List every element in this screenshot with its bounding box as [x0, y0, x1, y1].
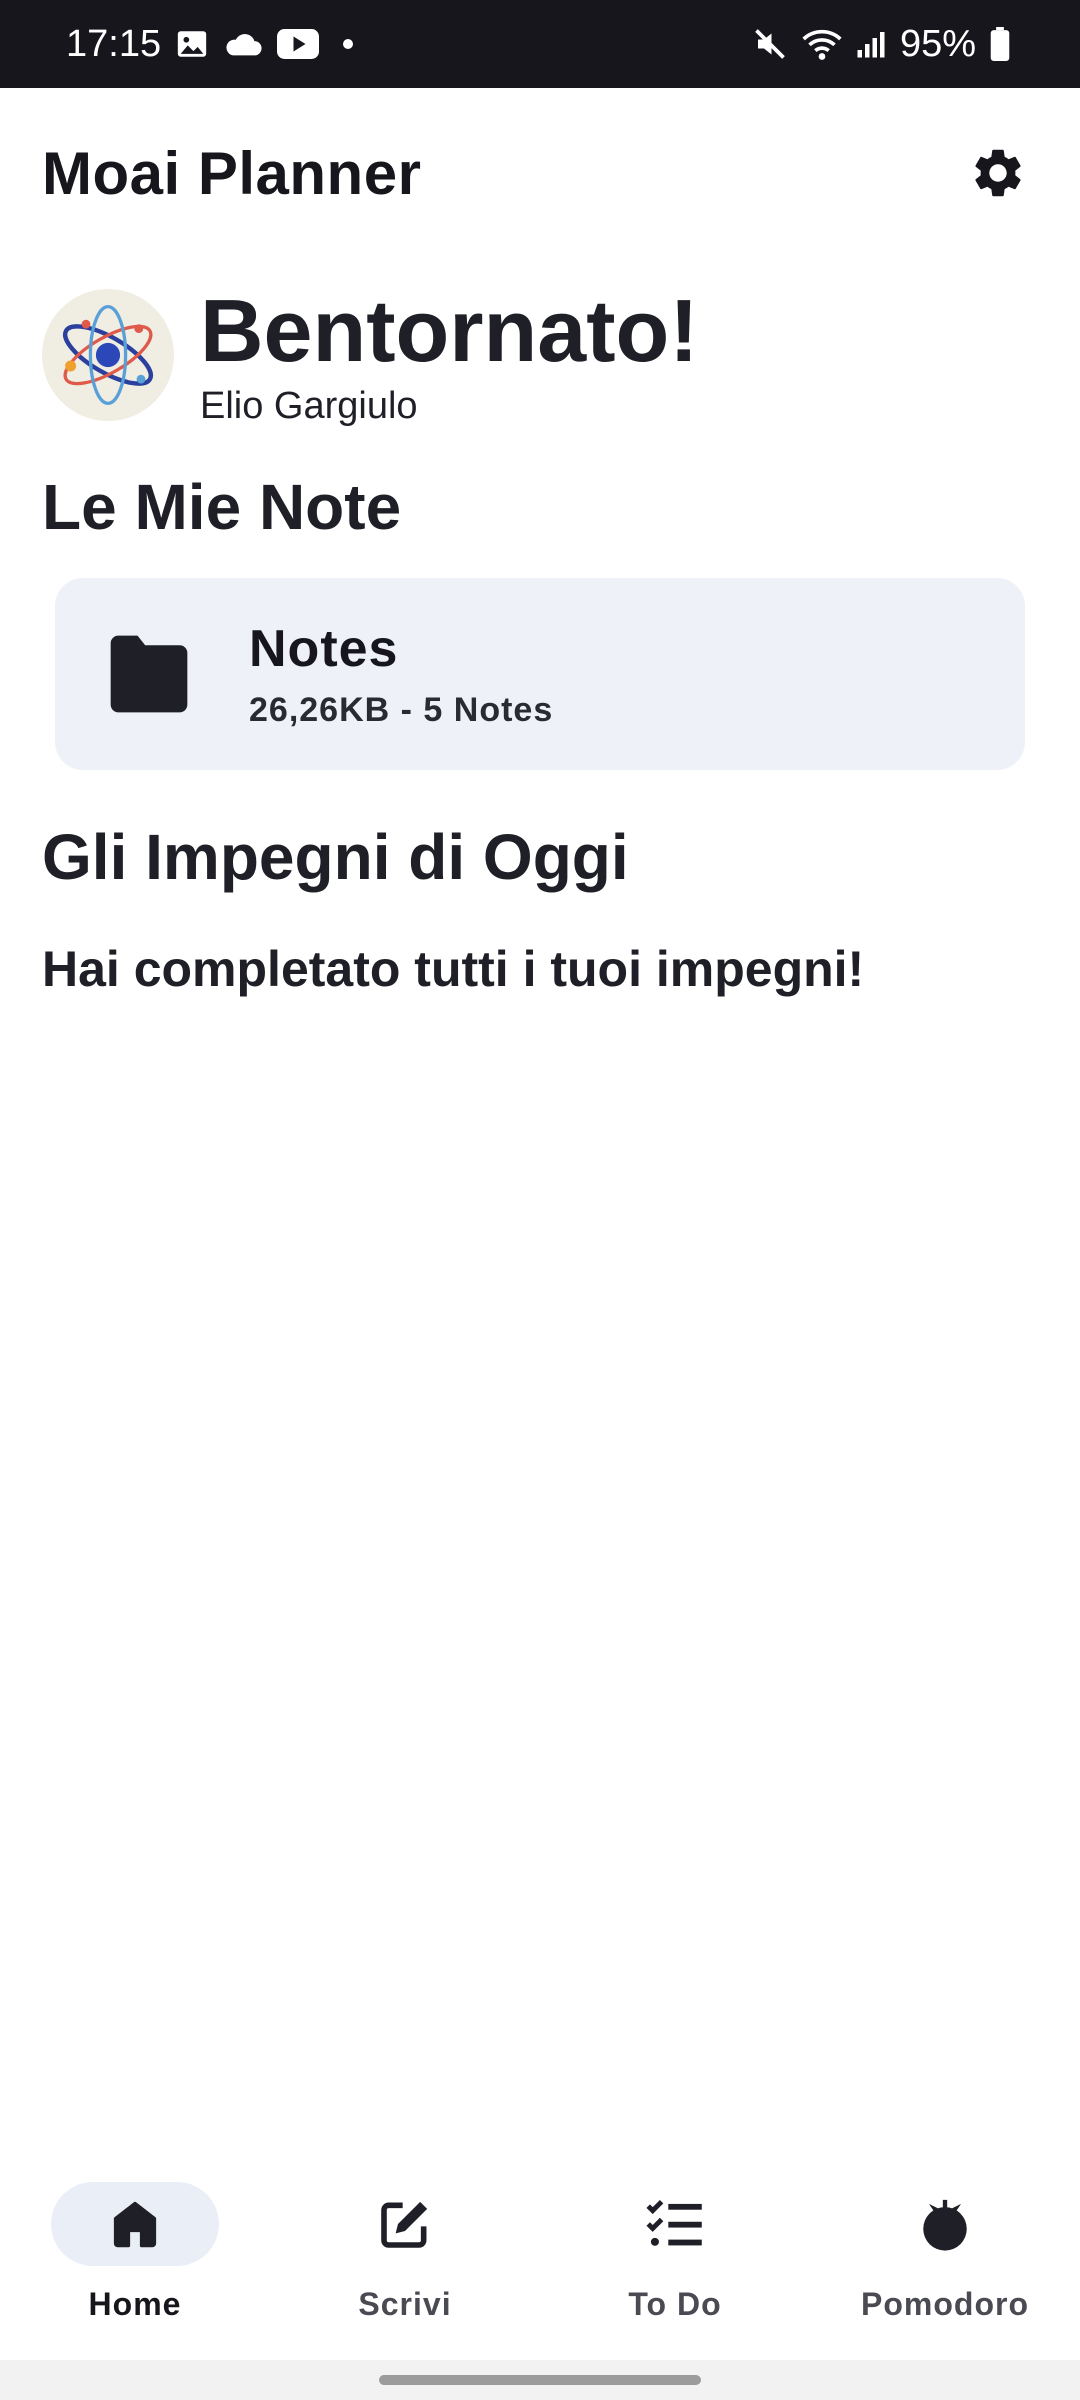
battery-percent: 95% — [899, 22, 976, 65]
nav-label-home: Home — [88, 2286, 182, 2322]
app-title: Moai Planner — [42, 139, 422, 207]
nav-pill-home — [51, 2182, 219, 2266]
nav-item-scrivi[interactable]: Scrivi — [290, 2182, 520, 2323]
folder-card[interactable]: Notes 26,26KB - 5 Notes — [55, 578, 1025, 770]
nav-label-todo: To Do — [628, 2286, 722, 2322]
wifi-icon — [802, 26, 842, 62]
nav-item-home[interactable]: Home — [20, 2182, 250, 2323]
mute-icon — [752, 26, 788, 62]
welcome-text: Bentornato! Elio Gargiulo — [200, 280, 699, 428]
gesture-handle[interactable] — [379, 2375, 701, 2385]
status-right: 95% — [752, 23, 1010, 66]
status-left: 17:15 — [66, 22, 354, 66]
youtube-icon — [277, 28, 320, 60]
nav-pill-pomodoro — [861, 2182, 1029, 2266]
avatar[interactable] — [42, 289, 174, 421]
welcome-header: Bentornato! Elio Gargiulo — [42, 280, 1042, 430]
tasks-section-title: Gli Impegni di Oggi — [42, 821, 629, 893]
nav-item-pomodoro[interactable]: Pomodoro — [830, 2182, 1060, 2323]
nav-pill-todo — [591, 2182, 759, 2266]
home-icon — [113, 2201, 157, 2248]
gallery-icon — [175, 27, 209, 61]
app-bar: Moai Planner — [0, 88, 1080, 258]
folder-meta: 26,26KB - 5 Notes — [249, 690, 554, 729]
gesture-area — [0, 2360, 1080, 2400]
welcome-title: Bentornato! — [200, 280, 699, 380]
settings-button[interactable] — [958, 133, 1038, 213]
tomato-icon — [923, 2199, 967, 2251]
cloud-icon — [223, 29, 263, 59]
folder-info: Notes 26,26KB - 5 Notes — [249, 619, 553, 730]
tasks-empty-message: Hai completato tutti i tuoi impegni! — [42, 941, 865, 997]
gear-icon — [975, 149, 1021, 197]
status-bar: 17:15 95% — [0, 0, 1080, 88]
user-name: Elio Gargiulo — [200, 384, 418, 427]
nav-pill-scrivi — [321, 2182, 489, 2266]
nav-label-pomodoro: Pomodoro — [861, 2286, 1029, 2322]
battery-icon — [990, 27, 1010, 61]
nav-item-todo[interactable]: To Do — [560, 2182, 790, 2323]
notification-dot-icon — [343, 39, 354, 49]
signal-icon — [856, 28, 886, 60]
folder-icon — [99, 624, 199, 724]
nav-label-scrivi: Scrivi — [358, 2286, 452, 2322]
edit-icon — [381, 2201, 428, 2248]
bottom-navigation: Home Scrivi To Do Pomodoro — [0, 2160, 1080, 2360]
notes-section-title: Le Mie Note — [42, 471, 402, 543]
atom-icon — [62, 304, 154, 406]
status-time: 17:15 — [66, 22, 162, 65]
folder-name: Notes — [249, 619, 399, 678]
checklist-icon — [646, 2199, 702, 2246]
